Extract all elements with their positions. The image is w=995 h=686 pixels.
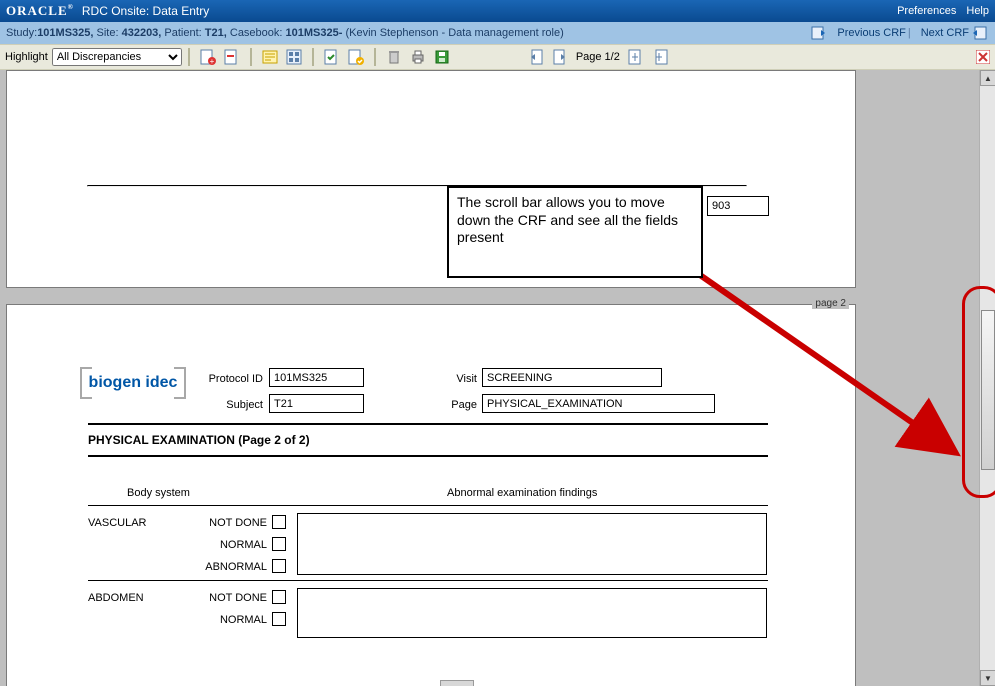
site-value: 432203, [122, 27, 162, 39]
save-icon[interactable] [432, 47, 452, 67]
vascular-normal-checkbox[interactable] [272, 537, 286, 551]
delete-row-icon[interactable] [222, 47, 242, 67]
investigator-comment-icon[interactable] [260, 47, 280, 67]
study-value: 101MS325, [37, 27, 93, 39]
next-crf-icon[interactable] [971, 25, 987, 41]
column-underline [88, 505, 768, 506]
study-label: Study: [6, 27, 37, 39]
page-field[interactable]: PHYSICAL_EXAMINATION [482, 394, 715, 413]
col-body-system: Body system [127, 487, 190, 499]
add-page-icon[interactable]: + [198, 47, 218, 67]
scroll-down-arrow-icon[interactable]: ▼ [980, 670, 995, 686]
approve-icon[interactable] [346, 47, 366, 67]
nav-separator: | [908, 27, 911, 39]
prev-page-icon[interactable] [526, 47, 546, 67]
section-bottom-line [88, 455, 768, 457]
crf-page-2: page 2 biogen idec Protocol ID 101MS325 … [6, 304, 856, 686]
abnormal-label: ABNORMAL [187, 561, 267, 573]
not-done-label: NOT DONE [187, 592, 267, 604]
page-number-label: page 2 [812, 298, 849, 309]
col-findings: Abnormal examination findings [447, 487, 597, 499]
user-role: (Kevin Stephenson - Data management role… [345, 27, 563, 39]
subject-field[interactable]: T21 [269, 394, 364, 413]
previous-crf-icon[interactable] [811, 25, 827, 41]
subject-label: Subject [217, 399, 263, 411]
workspace: 903 page 2 biogen idec Protocol ID 101MS… [0, 70, 995, 686]
horizontal-splitter-handle[interactable] [440, 680, 474, 686]
vascular-abnormal-checkbox[interactable] [272, 559, 286, 573]
vascular-not-done-checkbox[interactable] [272, 515, 286, 529]
scroll-thumb[interactable] [981, 310, 995, 470]
protocol-id-field[interactable]: 101MS325 [269, 368, 364, 387]
field-menu-icon[interactable] [284, 47, 304, 67]
abdomen-findings-field[interactable] [297, 588, 767, 638]
oracle-logo: ORACLE® [6, 3, 74, 19]
preferences-link[interactable]: Preferences [897, 5, 956, 17]
visit-field[interactable]: SCREENING [482, 368, 662, 387]
delete-crf-icon[interactable] [384, 47, 404, 67]
help-link[interactable]: Help [966, 5, 989, 17]
next-page-icon[interactable] [550, 47, 570, 67]
body-system-vascular: VASCULAR [88, 517, 146, 529]
context-bar: Study: 101MS325, Site: 432203, Patient: … [0, 22, 995, 44]
close-icon[interactable] [976, 50, 990, 64]
row-divider [88, 580, 768, 581]
toolbar-separator [188, 48, 190, 66]
abdomen-not-done-checkbox[interactable] [272, 590, 286, 604]
section-title: PHYSICAL EXAMINATION (Page 2 of 2) [88, 433, 310, 447]
annotation-callout: The scroll bar allows you to move down t… [447, 186, 703, 278]
last-field-icon[interactable] [650, 47, 670, 67]
verify-icon[interactable] [322, 47, 342, 67]
body-system-abdomen: ABDOMEN [88, 592, 144, 604]
vertical-scrollbar[interactable]: ▲ ▼ [979, 70, 995, 686]
toolbar-separator [312, 48, 314, 66]
highlight-label: Highlight [5, 51, 48, 63]
patient-value: T21, [205, 27, 227, 39]
toolbar-separator [374, 48, 376, 66]
page-label: Page [445, 399, 477, 411]
next-crf-link[interactable]: Next CRF [921, 27, 969, 39]
scroll-up-arrow-icon[interactable]: ▲ [980, 70, 995, 86]
previous-crf-link[interactable]: Previous CRF [837, 27, 905, 39]
protocol-id-label: Protocol ID [193, 373, 263, 385]
casebook-value: 101MS325- [286, 27, 343, 39]
abdomen-normal-checkbox[interactable] [272, 612, 286, 626]
first-field-icon[interactable] [626, 47, 646, 67]
svg-text:+: + [209, 57, 214, 65]
site-label: Site: [97, 27, 119, 39]
app-title: RDC Onsite: Data Entry [82, 4, 209, 18]
app-title-bar: ORACLE® RDC Onsite: Data Entry Preferenc… [0, 0, 995, 22]
patient-label: Patient: [164, 27, 201, 39]
crf-page-1: 903 [6, 70, 856, 288]
visit-label: Visit [447, 373, 477, 385]
section-top-line [88, 423, 768, 425]
text-field[interactable]: 903 [707, 196, 769, 216]
normal-label: NORMAL [187, 614, 267, 626]
page-indicator: Page 1/2 [576, 51, 620, 63]
normal-label: NORMAL [187, 539, 267, 551]
biogen-idec-logo: biogen idec [84, 367, 182, 399]
print-icon[interactable] [408, 47, 428, 67]
not-done-label: NOT DONE [187, 517, 267, 529]
toolbar: Highlight All Discrepancies + Page 1/2 [0, 44, 995, 70]
vascular-findings-field[interactable] [297, 513, 767, 575]
highlight-select[interactable]: All Discrepancies [52, 48, 182, 66]
casebook-label: Casebook: [230, 27, 283, 39]
toolbar-separator [250, 48, 252, 66]
